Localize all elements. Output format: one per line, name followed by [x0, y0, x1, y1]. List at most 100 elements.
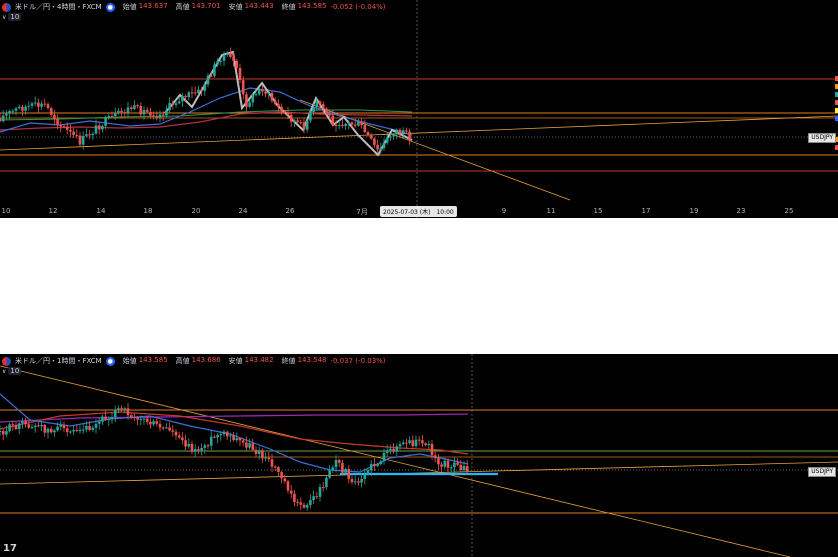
candle-body — [318, 101, 322, 105]
candle-body — [267, 457, 271, 460]
chart-legend-1h: 米ドル／円・1時間・FXCM ● 始値 143.585 高値 143.686 安値 1… — [2, 356, 386, 366]
price-plot-4h[interactable] — [0, 0, 838, 218]
candle-body — [341, 125, 344, 127]
candle-body — [254, 94, 258, 96]
ohlc-high: 高値 143.686 — [175, 356, 221, 365]
candle-body — [49, 428, 53, 433]
candle-body — [360, 478, 363, 483]
candles-4h — [0, 47, 411, 154]
tradingview-logo[interactable]: 17 — [3, 543, 17, 554]
candle-body — [405, 130, 408, 132]
candle-body — [91, 133, 95, 136]
candle-body — [62, 126, 66, 128]
candle-body — [398, 129, 402, 134]
x-tick: 25 — [784, 207, 794, 215]
candle-body — [113, 409, 117, 418]
x-tick: 26 — [285, 207, 295, 215]
candle-body — [331, 467, 335, 470]
candle-body — [126, 408, 130, 416]
candle-body — [264, 457, 267, 459]
candle-body — [293, 120, 296, 122]
candle-body — [376, 144, 379, 150]
candle-body — [449, 467, 453, 469]
candle-body — [446, 460, 450, 468]
candle-body — [312, 496, 315, 501]
down-trendline — [0, 365, 791, 557]
candle-body — [389, 448, 392, 451]
candle-body — [289, 114, 293, 122]
candle-body — [59, 424, 63, 427]
candle-body — [309, 112, 312, 121]
eye-icon[interactable]: ● — [105, 356, 115, 366]
candle-body — [286, 112, 290, 115]
candle-body — [120, 110, 123, 113]
candle-body — [395, 129, 399, 135]
candle-body — [379, 461, 383, 464]
candle-body — [177, 435, 181, 438]
candle-body — [5, 113, 8, 116]
candle-body — [350, 122, 354, 125]
candle-body — [318, 487, 322, 497]
candle-body — [174, 431, 178, 436]
chart-panel-4h[interactable]: 米ドル／円・4時間・FXCM ● 始値 143.637 高値 143.701 安値 1… — [0, 0, 838, 218]
candle-body — [363, 125, 367, 133]
x-tick: 24 — [238, 207, 248, 215]
candle-body — [107, 418, 111, 420]
candle-body — [229, 435, 232, 437]
candle-body — [366, 470, 370, 474]
candle-body — [69, 129, 72, 132]
candle-body — [341, 462, 344, 473]
candle-body — [222, 431, 226, 435]
candle-body — [46, 428, 50, 433]
chart-panel-1h[interactable]: 米ドル／円・1時間・FXCM ● 始値 143.585 高値 143.686 安値 1… — [0, 354, 838, 557]
candle-body — [325, 108, 328, 114]
candle-body — [158, 423, 162, 428]
candle-body — [133, 105, 136, 109]
candle-body — [353, 481, 357, 483]
candle-body — [225, 431, 229, 437]
candle-body — [181, 437, 184, 441]
chevron-down-icon[interactable]: ∨ — [2, 14, 6, 21]
indicator-row[interactable]: ∨ 10 — [2, 13, 22, 21]
indicator-row[interactable]: ∨ 10 — [2, 367, 22, 375]
eye-icon[interactable]: ● — [105, 2, 115, 12]
candle-body — [277, 104, 280, 107]
candle-body — [257, 89, 261, 95]
candle-body — [433, 455, 437, 459]
candle-body — [17, 423, 21, 430]
candle-body — [347, 122, 351, 124]
candle-body — [465, 466, 469, 472]
candle-body — [289, 490, 293, 494]
symbol-title[interactable]: 米ドル／円・4時間・FXCM — [15, 2, 102, 12]
candle-body — [245, 94, 248, 107]
candle-body — [437, 458, 440, 465]
candle-body — [120, 408, 123, 410]
candle-body — [11, 110, 15, 112]
candle-body — [273, 466, 277, 468]
candle-body — [305, 120, 309, 130]
candle-body — [187, 443, 191, 447]
candle-body — [110, 417, 114, 419]
x-tick: 23 — [736, 207, 746, 215]
candle-body — [49, 108, 53, 115]
candle-body — [302, 122, 306, 130]
candle-body — [219, 60, 223, 62]
candle-body — [347, 468, 351, 480]
candle-body — [248, 443, 251, 448]
crosshair-date-label: 2025-07-03 (木) 10:00 — [380, 206, 457, 217]
candle-body — [283, 478, 287, 482]
candle-body — [344, 468, 347, 473]
x-tick: 14 — [96, 207, 106, 215]
candle-body — [309, 500, 312, 505]
candle-body — [312, 107, 315, 113]
chevron-down-icon[interactable]: ∨ — [2, 368, 6, 375]
candle-body — [197, 449, 200, 451]
candle-body — [200, 89, 203, 91]
symbol-title[interactable]: 米ドル／円・1時間・FXCM — [15, 356, 102, 366]
candle-body — [216, 435, 219, 438]
candle-body — [417, 439, 421, 441]
candle-body — [8, 424, 11, 432]
x-tick: 9 — [501, 207, 507, 215]
candle-body — [75, 430, 79, 432]
price-plot-1h[interactable] — [0, 354, 838, 557]
